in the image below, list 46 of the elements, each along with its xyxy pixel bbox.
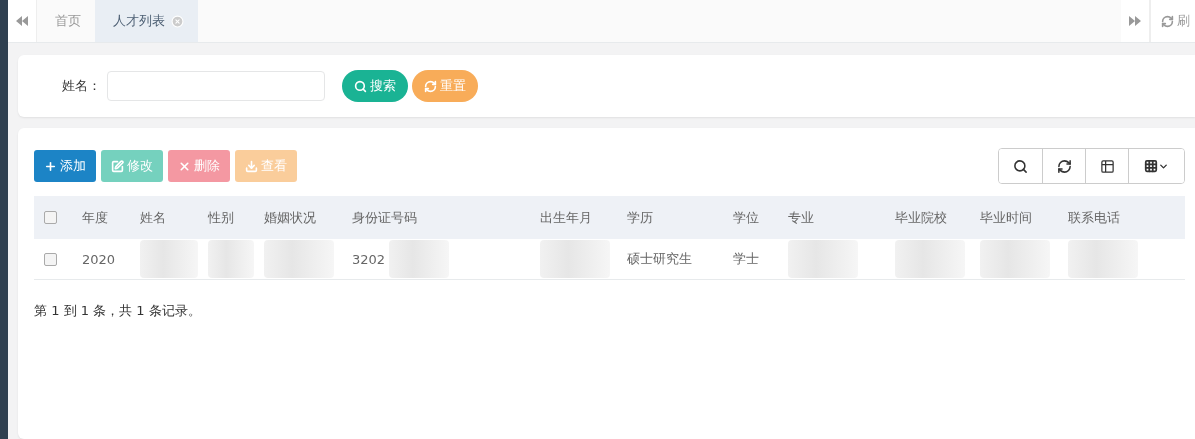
tab[interactable]: 人才列表	[95, 0, 198, 42]
pen-icon	[111, 159, 124, 173]
search-icon	[354, 79, 367, 93]
fast-forward-icon	[1129, 16, 1141, 26]
tab-label: 首页	[55, 12, 81, 30]
column-header[interactable]: 年度	[82, 208, 108, 227]
table-cell: 学士	[733, 250, 759, 268]
tab-label: 人才列表	[113, 12, 165, 30]
download-icon	[245, 159, 258, 173]
scroll-right-button[interactable]	[1121, 0, 1150, 42]
table-cell: 硕士研究生	[627, 250, 692, 268]
pagination-info: 第 1 到 1 条，共 1 条记录。	[34, 302, 202, 320]
close-icon[interactable]	[171, 14, 184, 28]
redacted-block	[140, 240, 198, 278]
table-icon	[1099, 158, 1115, 174]
columns-button[interactable]	[1128, 149, 1184, 183]
column-header[interactable]: 联系电话	[1068, 208, 1120, 227]
table-cell: 2020	[82, 251, 116, 267]
row-checkbox[interactable]	[44, 252, 57, 266]
grid-icon	[1144, 159, 1158, 173]
redacted-block	[1068, 240, 1138, 278]
rewind-icon	[16, 16, 28, 26]
scroll-left-button[interactable]	[8, 0, 37, 42]
column-header[interactable]: 学历	[627, 208, 653, 227]
redacted-block	[264, 240, 334, 278]
redacted-block	[788, 240, 858, 278]
column-header[interactable]: 姓名	[140, 208, 166, 227]
select-all-checkbox[interactable]	[44, 211, 57, 224]
add-button[interactable]: 添加	[34, 150, 96, 182]
close-icon	[178, 159, 191, 173]
refresh-button[interactable]: 刷	[1150, 0, 1195, 42]
column-header[interactable]: 身份证号码	[352, 208, 417, 227]
refresh-icon	[1161, 14, 1174, 28]
name-label: 姓名：	[62, 77, 101, 95]
redacted-block	[540, 240, 610, 278]
redacted-block	[980, 240, 1050, 278]
name-input[interactable]	[107, 71, 325, 101]
refresh-icon	[1056, 158, 1072, 174]
search-icon	[1013, 158, 1028, 174]
refresh-icon	[424, 79, 437, 93]
redacted-block	[389, 240, 450, 278]
column-header[interactable]: 专业	[788, 208, 814, 227]
plus-icon	[44, 159, 57, 173]
table-cell: 3202	[352, 251, 386, 267]
redacted-block	[895, 240, 965, 278]
redacted-block	[208, 240, 254, 278]
